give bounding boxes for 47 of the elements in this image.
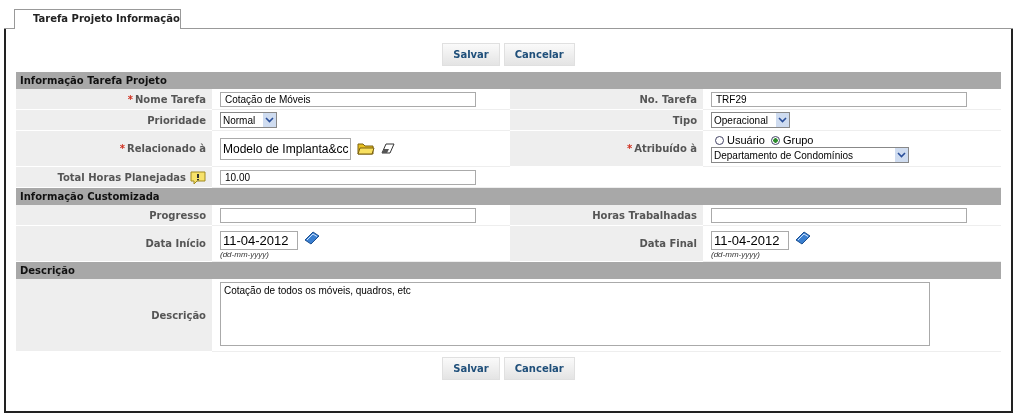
section-header: Informação Tarefa Projeto	[16, 72, 1001, 89]
radio-button[interactable]: Usuário	[715, 134, 765, 146]
field-label: No. Tarefa	[639, 93, 697, 105]
date-field[interactable]: 11-04-2012	[220, 231, 298, 250]
text-field[interactable]: 10.00	[220, 169, 476, 185]
field-label: Relacionado à	[127, 143, 206, 154]
field-label: Data Final	[639, 238, 697, 249]
field-label: Tipo	[672, 114, 697, 126]
radio-button[interactable]: Grupo	[770, 134, 814, 146]
date-format-hint: (dd-mm-yyyy)	[711, 250, 761, 259]
field-label: Atribuído à	[634, 143, 697, 154]
date-field[interactable]: 11-04-2012	[711, 231, 789, 250]
section-header: Informação Customizada	[16, 188, 1001, 205]
tab[interactable]: Tarefa Projeto Informação	[14, 9, 181, 29]
field-label: Prioridade	[147, 114, 206, 126]
required-mark: *	[626, 143, 633, 154]
text-field[interactable]: TRF29	[711, 91, 967, 107]
required-mark: *	[119, 143, 125, 154]
field-label: Total Horas Planejadas	[57, 171, 186, 183]
calendar-icon[interactable]	[795, 231, 811, 245]
calendar-icon[interactable]	[304, 231, 320, 245]
form-button[interactable]: Cancelar	[503, 43, 575, 66]
dropdown[interactable]: Departamento de Condomínios	[711, 147, 909, 163]
section-header: Descrição	[16, 262, 1001, 279]
caret-icon	[265, 117, 275, 123]
form-button[interactable]: Cancelar	[503, 357, 575, 380]
field-label: Descrição	[151, 309, 206, 321]
help-icon[interactable]	[190, 170, 206, 184]
folder-icon[interactable]	[357, 142, 376, 155]
date-format-hint: (dd-mm-yyyy)	[220, 250, 270, 259]
eraser-icon[interactable]	[381, 143, 396, 154]
text-field[interactable]	[711, 207, 967, 223]
field-label: Horas Trabalhadas	[592, 209, 697, 221]
text-field[interactable]: Modelo de Implanta&cc	[220, 137, 352, 160]
form-button[interactable]: Salvar	[442, 357, 500, 380]
dropdown[interactable]: Operacional	[711, 112, 790, 128]
field-label: Progresso	[149, 209, 206, 221]
dropdown[interactable]: Normal	[220, 112, 278, 128]
text-field[interactable]	[220, 207, 476, 223]
caret-icon	[777, 117, 787, 123]
description-textarea[interactable]: Cotação de todos os móveis, quadros, etc	[220, 282, 930, 346]
caret-icon	[897, 152, 906, 158]
field-label: Data Início	[145, 238, 206, 249]
required-mark: *	[127, 93, 133, 105]
field-label: Nome Tarefa	[135, 93, 206, 105]
form-button[interactable]: Salvar	[442, 43, 500, 66]
text-field[interactable]: Cotação de Móveis	[220, 91, 476, 107]
